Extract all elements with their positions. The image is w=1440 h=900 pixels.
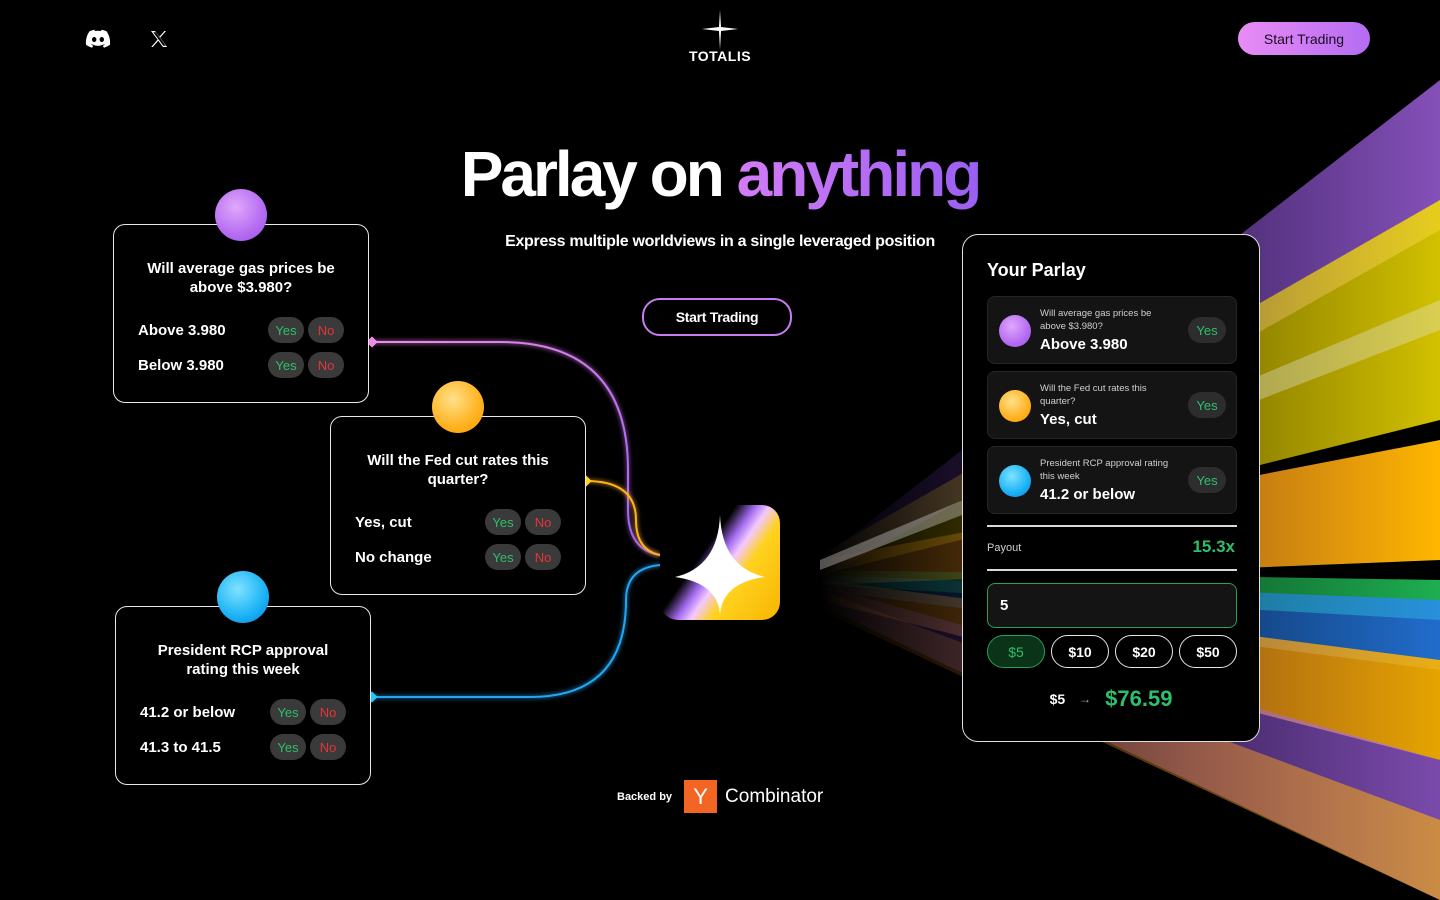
market-outcome-row: No change Yes No (355, 544, 561, 570)
market-card-rcp-approval: President RCP approval rating this week … (115, 606, 371, 785)
leg-side-badge[interactable]: Yes (1188, 317, 1226, 343)
leg-orb-orange (999, 390, 1031, 422)
market-orb-purple (215, 189, 267, 241)
parlay-leg: Will average gas prices be above $3.980?… (987, 296, 1237, 364)
parlay-leg: Will the Fed cut rates this quarter? Yes… (987, 371, 1237, 439)
outcome-label: 41.2 or below (140, 703, 236, 721)
leg-side-badge[interactable]: Yes (1188, 392, 1226, 418)
stake-chip-5[interactable]: $5 (987, 635, 1045, 668)
stake-chips: $5 $10 $20 $50 (987, 635, 1237, 668)
stake-amount-input[interactable] (987, 583, 1237, 628)
yes-button[interactable]: Yes (270, 699, 306, 725)
leg-question: Will the Fed cut rates this quarter? (1040, 383, 1147, 407)
backed-by: Backed by Y Combinator (617, 780, 823, 813)
market-orb-blue (217, 571, 269, 623)
market-outcome-row: 41.2 or below Yes No (140, 699, 346, 725)
yes-button[interactable]: Yes (268, 352, 304, 378)
leg-orb-purple (999, 315, 1031, 347)
leg-answer: 41.2 or below (1040, 486, 1136, 503)
no-button[interactable]: No (308, 317, 344, 343)
stake-chip-50[interactable]: $50 (1179, 635, 1237, 668)
parlay-leg: President RCP approval rating this week … (987, 446, 1237, 514)
market-card-fed-rates: Will the Fed cut rates this quarter? Yes… (330, 416, 586, 595)
market-question: Will the Fed cut rates this quarter? (367, 452, 549, 488)
no-button[interactable]: No (525, 509, 561, 535)
y-combinator-name: Combinator (725, 785, 824, 807)
no-button[interactable]: No (310, 734, 346, 760)
market-orb-orange (432, 381, 484, 433)
divider (987, 525, 1237, 527)
market-question: Will average gas prices be above $3.980? (147, 260, 335, 296)
payout-result: $5 → $76.59 (963, 686, 1259, 712)
yes-button[interactable]: Yes (485, 544, 521, 570)
outcome-label: Yes, cut (355, 513, 412, 531)
leg-question: Will average gas prices be above $3.980? (1040, 308, 1152, 332)
outcome-label: Below 3.980 (138, 356, 224, 374)
backed-by-label: Backed by (617, 790, 673, 803)
leg-answer: Yes, cut (1040, 411, 1097, 428)
stake-chip-20[interactable]: $20 (1115, 635, 1173, 668)
arrow-right-icon: → (1079, 692, 1092, 706)
market-outcome-row: Above 3.980 Yes No (138, 317, 344, 343)
yes-button[interactable]: Yes (485, 509, 521, 535)
yes-button[interactable]: Yes (268, 317, 304, 343)
market-outcome-row: Yes, cut Yes No (355, 509, 561, 535)
leg-answer: Above 3.980 (1040, 336, 1128, 353)
y-combinator-logo-icon[interactable]: Y (684, 780, 718, 813)
stake-chip-10[interactable]: $10 (1051, 635, 1109, 668)
leg-orb-blue (999, 465, 1031, 497)
your-parlay-panel: Your Parlay Will average gas prices be a… (962, 234, 1260, 742)
no-button[interactable]: No (525, 544, 561, 570)
divider (987, 569, 1237, 571)
outcome-label: No change (355, 548, 432, 566)
outcome-label: 41.3 to 41.5 (140, 738, 221, 756)
market-outcome-row: Below 3.980 Yes No (138, 352, 344, 378)
parlay-engine-logo-tile (660, 505, 780, 620)
stake-amount: $5 (1049, 691, 1066, 707)
payout-label: Payout (987, 542, 1022, 554)
leg-question: President RCP approval rating this week (1040, 458, 1169, 482)
no-button[interactable]: No (310, 699, 346, 725)
outcome-label: Above 3.980 (138, 321, 226, 339)
market-outcome-row: 41.3 to 41.5 Yes No (140, 734, 346, 760)
sparkle-icon (675, 515, 765, 615)
yes-button[interactable]: Yes (270, 734, 306, 760)
payout-amount: $76.59 (1105, 686, 1173, 711)
market-question: President RCP approval rating this week (157, 642, 329, 678)
no-button[interactable]: No (308, 352, 344, 378)
payout-multiplier: 15.3x (1192, 537, 1235, 556)
leg-side-badge[interactable]: Yes (1188, 467, 1226, 493)
panel-title: Your Parlay (987, 260, 1086, 280)
market-card-gas-prices: Will average gas prices be above $3.980?… (113, 224, 369, 403)
